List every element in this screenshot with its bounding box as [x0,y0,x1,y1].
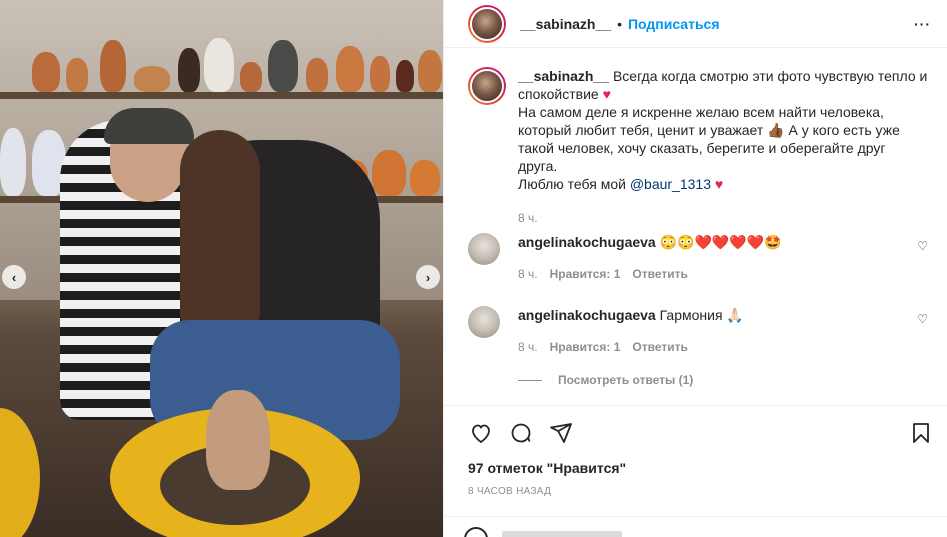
chevron-right-icon: › [425,269,431,285]
comment-like-heart-icon[interactable]: ♡ [917,312,928,326]
mention-link[interactable]: @baur_1313 [630,176,711,192]
caption-time[interactable]: 8 ч. [518,209,928,227]
caption-body: __sabinazh__ Всегда когда смотрю эти фот… [518,67,928,227]
post-details-panel: __sabinazh__ • Подписаться ··· __sabinaz… [443,0,947,537]
comment-meta: 8 ч. Нравится: 1 Ответить [518,340,744,354]
comment-time[interactable]: 8 ч. [518,267,538,281]
avatar[interactable] [468,233,500,265]
more-options-icon[interactable]: ··· [914,16,931,32]
bookmark-icon[interactable] [908,420,934,446]
follow-button[interactable]: Подписаться [628,16,720,32]
add-comment-bar[interactable] [444,516,947,537]
comment-meta: 8 ч. Нравится: 1 Ответить [518,267,782,281]
comments-list[interactable]: __sabinazh__ Всегда когда смотрю эти фот… [444,49,947,405]
caption-username[interactable]: __sabinazh__ [518,68,609,84]
previous-photo-button[interactable]: ‹ [2,265,26,289]
action-icons-row [444,406,947,450]
heart-emoji: ♥ [602,86,611,102]
post-header: __sabinazh__ • Подписаться ··· [444,0,947,48]
chevron-left-icon: ‹ [11,269,17,285]
post-caption: __sabinazh__ Всегда когда смотрю эти фот… [468,67,928,227]
comment: angelinakochugaeva Гармония 🙏🏻 8 ч. Нрав… [468,306,928,354]
comment-input[interactable] [502,531,622,537]
view-replies-label: Посмотреть ответы (1) [558,373,694,387]
post-dialog: ‹ › __sabinazh__ • Подписаться ··· __sab… [0,0,947,537]
comment-body: Гармония [659,307,723,323]
avatar[interactable] [468,306,500,338]
comment-time[interactable]: 8 ч. [518,340,538,354]
reply-button[interactable]: Ответить [632,267,687,281]
heart-emoji: ♥ [714,176,724,192]
header-username[interactable]: __sabinazh__ [520,16,611,32]
divider-line [518,379,542,381]
post-timestamp[interactable]: 8 ЧАСОВ НАЗАД [444,476,947,497]
comment-emojis: 🙏🏻 [726,307,744,323]
shelf [0,92,443,99]
avatar[interactable] [468,4,506,43]
likes-count[interactable]: 97 отметок "Нравится" [444,450,947,476]
next-photo-button[interactable]: › [416,265,440,289]
heart-icon[interactable] [468,420,494,446]
comment: angelinakochugaeva 😳😳❤️❤️❤️❤️🤩 8 ч. Нрав… [468,233,928,281]
view-replies-button[interactable]: Посмотреть ответы (1) [518,373,693,387]
comment-like-heart-icon[interactable]: ♡ [917,239,928,253]
comment-emojis: 😳😳❤️❤️❤️❤️🤩 [659,234,782,250]
comment-likes[interactable]: Нравится: 1 [550,267,621,281]
emoji-icon[interactable] [464,527,488,537]
comment-icon[interactable] [508,420,534,446]
post-photo[interactable]: ‹ › [0,0,443,537]
comment-likes[interactable]: Нравится: 1 [550,340,621,354]
share-icon[interactable] [548,420,574,446]
post-actions: 97 отметок "Нравится" 8 ЧАСОВ НАЗАД [444,405,947,513]
comment-text: angelinakochugaeva Гармония 🙏🏻 [518,306,744,324]
reply-button[interactable]: Ответить [632,340,687,354]
avatar[interactable] [468,67,506,105]
comment-username[interactable]: angelinakochugaeva [518,307,656,323]
comment-username[interactable]: angelinakochugaeva [518,234,656,250]
thumbs-up-emoji-icon: 👍🏾 [767,122,785,138]
caption-text: Люблю тебя мой [518,176,626,192]
comment-text: angelinakochugaeva 😳😳❤️❤️❤️❤️🤩 [518,233,782,251]
separator-dot: • [617,15,622,32]
